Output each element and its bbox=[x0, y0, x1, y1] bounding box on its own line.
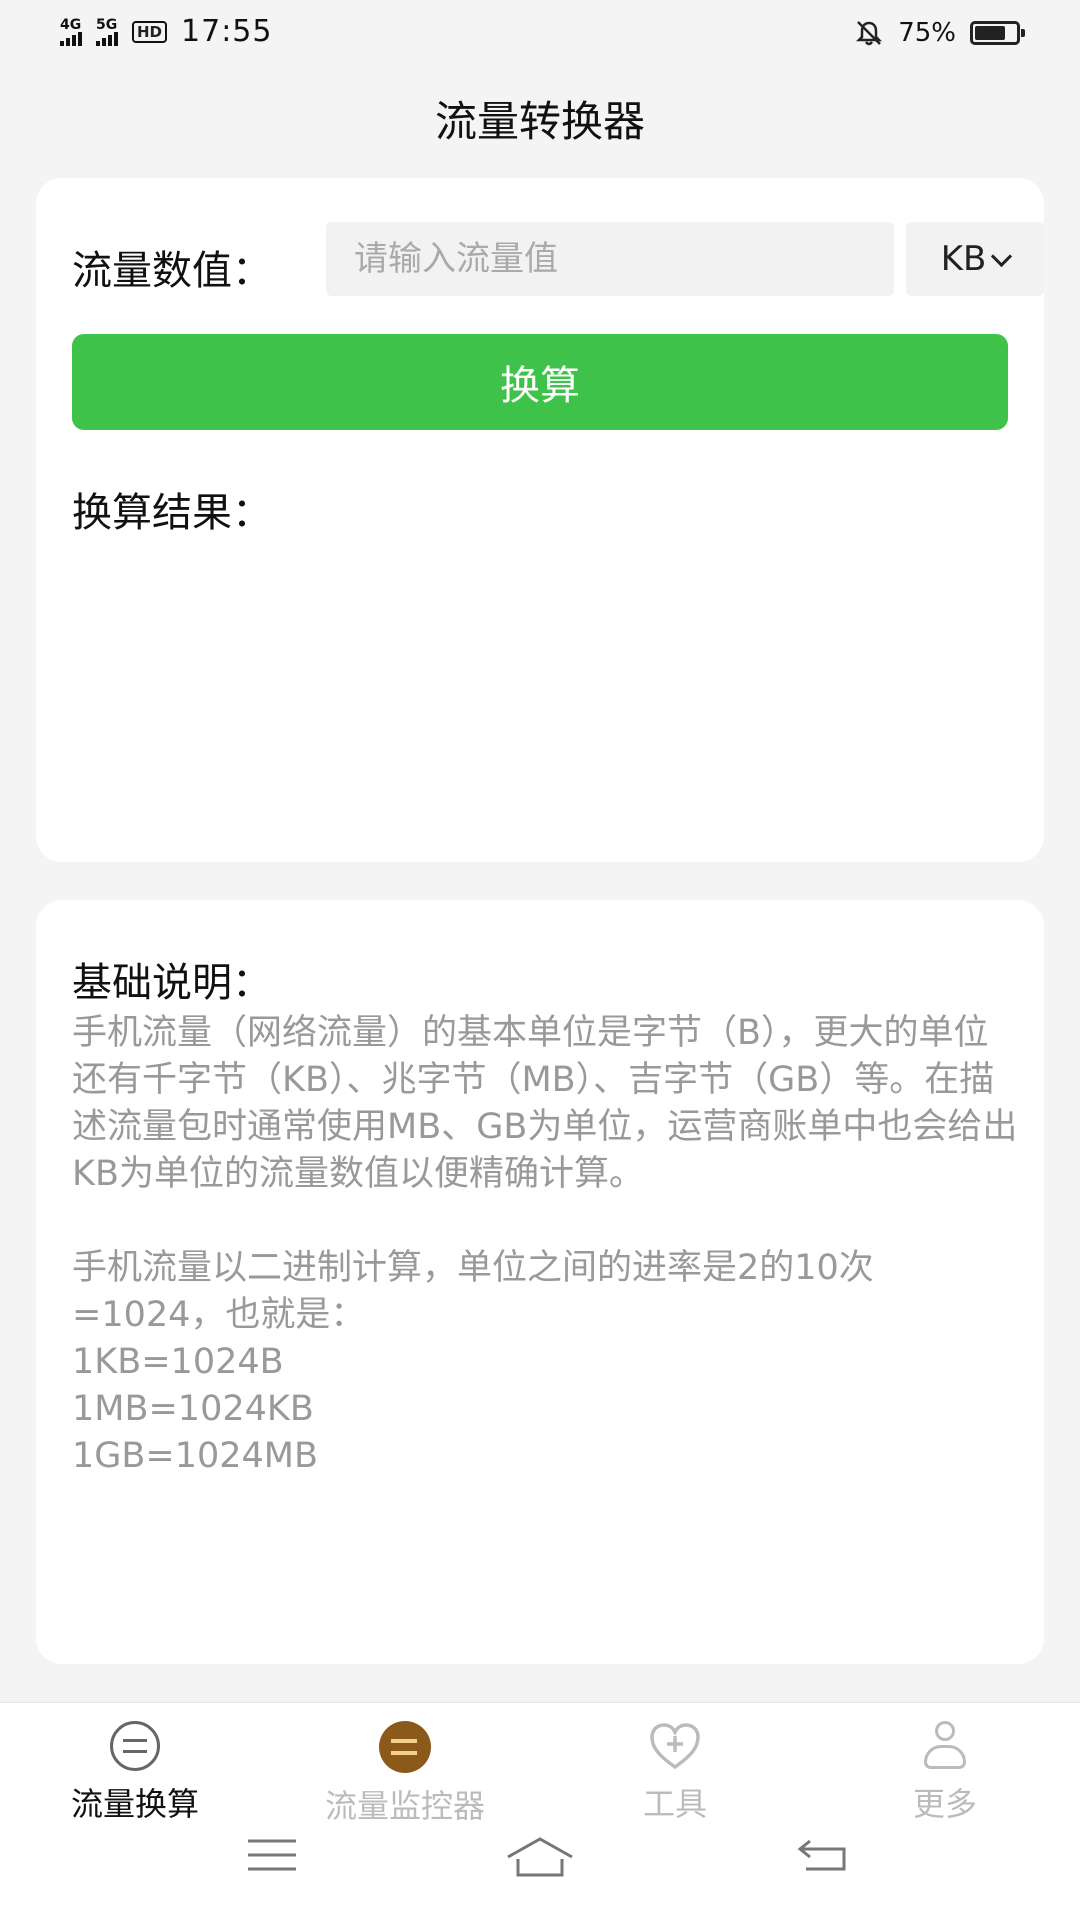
unit-select-value: KB bbox=[940, 239, 987, 279]
tab-label: 流量监控器 bbox=[324, 1787, 485, 1825]
flow-value-input[interactable] bbox=[326, 222, 894, 296]
info-card: 基础说明： 手机流量（网络流量）的基本单位是字节（B），更大的单位还有千字节（K… bbox=[36, 900, 1044, 1664]
heart-plus-icon bbox=[648, 1721, 702, 1771]
tab-flow-monitor[interactable]: 流量监控器 bbox=[270, 1721, 540, 1827]
home-icon[interactable] bbox=[504, 1835, 576, 1879]
input-label: 流量数值： bbox=[72, 248, 272, 294]
chevron-down-icon bbox=[991, 245, 1013, 267]
formula-mb: 1MB=1024KB bbox=[72, 1389, 314, 1429]
info-title: 基础说明： bbox=[72, 960, 272, 1006]
tab-label: 流量换算 bbox=[70, 1785, 199, 1823]
monitor-icon bbox=[379, 1721, 431, 1773]
battery-fill bbox=[975, 26, 1005, 40]
convert-button[interactable]: 换算 bbox=[72, 334, 1008, 430]
tab-label: 更多 bbox=[912, 1785, 977, 1823]
info-paragraph-2: 手机流量以二进制计算，单位之间的进率是2的10次=1024，也就是： bbox=[72, 1248, 874, 1335]
tab-flow-convert[interactable]: 流量换算 bbox=[0, 1721, 270, 1825]
formula-kb: 1KB=1024B bbox=[72, 1342, 284, 1382]
system-nav-bar bbox=[0, 1835, 1080, 1895]
user-icon bbox=[918, 1721, 972, 1771]
tab-tools[interactable]: 工具 bbox=[540, 1721, 810, 1825]
menu-icon[interactable] bbox=[246, 1835, 298, 1875]
page-title: 流量转换器 bbox=[434, 97, 645, 146]
status-left: 4G 5G HD 17:55 bbox=[60, 14, 272, 49]
info-body: 手机流量（网络流量）的基本单位是字节（B），更大的单位还有千字节（KB）、兆字节… bbox=[72, 1010, 1022, 1480]
unit-select[interactable]: KB bbox=[906, 222, 1044, 296]
bottom-nav: 流量换算 流量监控器 工具 更多 bbox=[0, 1702, 1080, 1921]
result-label: 换算结果： bbox=[72, 490, 272, 536]
battery-percent: 75% bbox=[898, 18, 956, 48]
hd-voice-icon: HD bbox=[132, 20, 168, 43]
converter-card: 流量数值： KB 换算 换算结果： bbox=[36, 178, 1044, 862]
tab-label: 工具 bbox=[642, 1785, 707, 1823]
bell-off-icon bbox=[856, 21, 883, 46]
status-bar: 4G 5G HD 17:55 75% bbox=[0, 0, 1080, 70]
tab-more[interactable]: 更多 bbox=[810, 1721, 1080, 1825]
signal-4g-icon: 4G bbox=[60, 18, 82, 46]
back-icon[interactable] bbox=[796, 1835, 850, 1875]
battery-icon bbox=[970, 21, 1025, 45]
signal-5g-icon: 5G bbox=[96, 18, 118, 46]
info-paragraph-1: 手机流量（网络流量）的基本单位是字节（B），更大的单位还有千字节（KB）、兆字节… bbox=[72, 1013, 1018, 1194]
status-time: 17:55 bbox=[181, 14, 273, 49]
status-right: 75% bbox=[854, 18, 1025, 48]
formula-gb: 1GB=1024MB bbox=[72, 1436, 319, 1476]
swap-icon bbox=[110, 1721, 160, 1771]
